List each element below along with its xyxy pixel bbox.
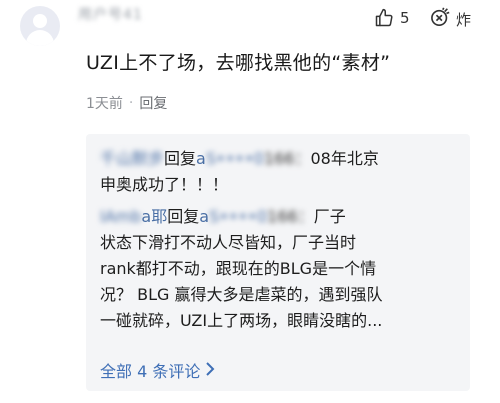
- avatar-head: [33, 14, 47, 28]
- reply-author[interactable]: IAmb: [100, 207, 141, 226]
- reply-line: 千山默步回复aS••••0166：08年北京: [100, 146, 460, 172]
- reply-word: 回复: [167, 207, 200, 226]
- chevron-right-icon: [204, 361, 216, 380]
- reply-target-prefix[interactable]: a: [196, 149, 206, 168]
- avatar[interactable]: [20, 6, 60, 46]
- comment-meta: 1天前 · 回复: [86, 93, 167, 113]
- reply-author-suffix[interactable]: a耶: [141, 207, 167, 226]
- bomb-label: 炸: [456, 10, 472, 29]
- reply-target-suffix: 166：: [267, 207, 314, 226]
- reply-text-line4: 况？ BLG 赢得大多是虐菜的，遇到强队: [100, 285, 383, 304]
- reply-text-line2: 状态下滑打不动人尽皆知，厂子当时: [100, 233, 357, 252]
- reply-text-line5: 一碰就碎，UZI上了两场，眼睛没瞎的...: [100, 311, 383, 330]
- reply-text-line2: 申奥成功了！！！: [100, 175, 229, 194]
- comment-card: 用户号41 5 炸 UZI上不了场，去哪找黑他的“素材” 1天前 · 回复 千山…: [0, 0, 500, 403]
- bomb-button[interactable]: 炸: [430, 7, 471, 31]
- comment-time: 1天前: [86, 96, 123, 112]
- reply-text-line3: rank都打不动，跟现在的BLG是一个情: [100, 259, 377, 278]
- username[interactable]: 用户号41: [78, 4, 143, 24]
- reply-word: 回复: [164, 149, 197, 168]
- reply-target-blurred[interactable]: S••••0: [206, 149, 264, 168]
- reply-item[interactable]: 千山默步回复aS••••0166：08年北京 申奥成功了！！！: [100, 146, 460, 198]
- reply-author[interactable]: 千山默步: [100, 149, 164, 168]
- meta-separator: ·: [128, 95, 134, 111]
- avatar-body: [26, 30, 54, 46]
- comment-text: UZI上不了场，去哪找黑他的“素材”: [86, 52, 391, 74]
- reply-line: IAmba耶回复aS••••0166：厂子: [100, 204, 460, 230]
- like-button[interactable]: 5: [374, 8, 410, 28]
- view-all-replies-link[interactable]: 全部 4 条评论: [100, 358, 216, 382]
- reply-text-line1: 厂子: [313, 207, 346, 226]
- like-count: 5: [400, 9, 410, 27]
- reply-item[interactable]: IAmba耶回复aS••••0166：厂子 状态下滑打不动人尽皆知，厂子当时 r…: [100, 204, 460, 334]
- reply-target-blurred[interactable]: S••••0: [209, 207, 267, 226]
- replies-panel: 千山默步回复aS••••0166：08年北京 申奥成功了！！！ IAmba耶回复…: [86, 134, 470, 391]
- bomb-icon: [430, 7, 452, 31]
- reply-target-prefix[interactable]: a: [199, 207, 209, 226]
- reply-target-suffix: 166：: [263, 149, 311, 168]
- thumbs-up-icon: [374, 8, 394, 28]
- reply-text-line1: 08年北京: [310, 149, 379, 168]
- reply-button[interactable]: 回复: [139, 93, 167, 113]
- view-all-label: 全部 4 条评论: [100, 362, 201, 381]
